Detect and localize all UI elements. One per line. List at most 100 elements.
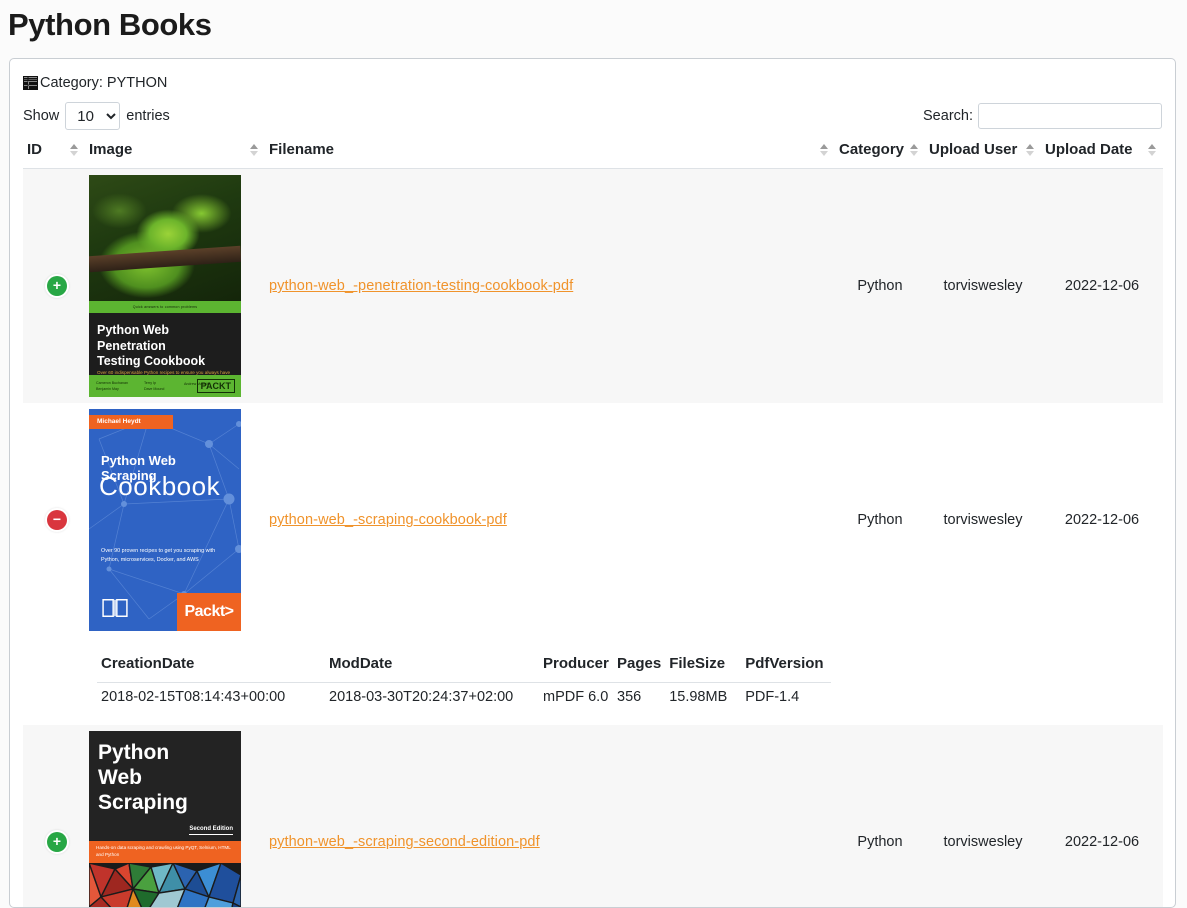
row-filename-cell: python-web_-scraping-cookbook-pdf	[265, 403, 835, 637]
packt-wordmark: Packt	[184, 603, 224, 621]
detail-header-pdfversion: PdfVersion	[741, 647, 831, 683]
column-label: Filename	[269, 141, 334, 158]
page-length-select[interactable]: 10 25 50 100	[65, 102, 120, 130]
column-header-image[interactable]: Image	[85, 133, 265, 169]
books-card: Category: PYTHON Show 10 25 50 100 entri…	[9, 58, 1176, 908]
search-label: Search:	[923, 108, 973, 124]
cover-strip-text: Quick answers to common problems	[89, 301, 241, 313]
category-value: PYTHON	[107, 75, 167, 91]
page-length-control: Show 10 25 50 100 entries	[23, 102, 170, 130]
plus-icon: +	[53, 278, 61, 292]
table-controls: Show 10 25 50 100 entries Search:	[23, 99, 1162, 133]
column-header-category[interactable]: Category	[835, 133, 925, 169]
book-cover-image: Michael Heydt Python Web Scraping Cookbo…	[89, 409, 241, 631]
detail-header-filesize: FileSize	[665, 647, 741, 683]
cover-title: Python Web Scraping	[98, 741, 235, 815]
column-header-id[interactable]: ID	[23, 133, 85, 169]
table-grid-icon	[23, 76, 38, 90]
search-input[interactable]	[978, 103, 1162, 129]
cover-title-line1: Python	[98, 741, 235, 766]
book-cover-image: Quick answers to common problems Python …	[89, 175, 241, 397]
detail-value-row: 2018-02-15T08:14:43+00:00 2018-03-30T20:…	[97, 683, 831, 712]
column-label: Category	[839, 141, 904, 158]
books-table: ID Image Filename Category	[23, 133, 1163, 908]
sort-arrows-icon[interactable]	[1026, 144, 1035, 156]
detail-pages: 356	[613, 683, 665, 712]
expand-row-button[interactable]: +	[47, 276, 67, 296]
row-upload-user: torviswesley	[925, 169, 1041, 404]
author: Cameron Buchanan	[96, 381, 128, 386]
cover-title-line2: Cookbook	[99, 471, 237, 502]
sort-arrows-icon[interactable]	[70, 144, 79, 156]
table-body: + Quick answers to common problems Pytho…	[23, 169, 1163, 908]
detail-header-moddate: ModDate	[325, 647, 539, 683]
column-header-filename[interactable]: Filename	[265, 133, 835, 169]
sort-arrows-icon[interactable]	[250, 144, 259, 156]
cover-edition: Second Edition	[189, 826, 233, 835]
cover-title-line2: Testing Cookbook	[97, 354, 233, 370]
row-filename-cell: python-web_-scraping-second-edition-pdf	[265, 725, 835, 908]
cover-subtitle: Over 90 proven recipes to get you scrapi…	[101, 547, 229, 564]
filename-link[interactable]: python-web_-scraping-second-edition-pdf	[269, 834, 540, 850]
cover-title-line3: Scraping	[98, 791, 235, 816]
sort-arrows-icon[interactable]	[820, 144, 829, 156]
expand-row-button[interactable]: +	[47, 832, 67, 852]
column-label: ID	[27, 141, 42, 158]
column-label: Image	[89, 141, 132, 158]
column-header-upload-date[interactable]: Upload Date	[1041, 133, 1163, 169]
row-category: Python	[835, 169, 925, 404]
detail-producer: mPDF 6.0	[539, 683, 613, 712]
detail-header-pages: Pages	[613, 647, 665, 683]
cover-title-line1: Python Web Penetration	[97, 323, 233, 354]
book-cover-image: Python Web Scraping Second Edition Hands…	[89, 731, 241, 908]
show-label: Show	[23, 108, 59, 124]
detail-pdfversion: PDF-1.4	[741, 683, 831, 712]
open-book-icon	[101, 597, 129, 619]
filename-link[interactable]: python-web_-penetration-testing-cookbook…	[269, 278, 573, 294]
header-row: ID Image Filename Category	[23, 133, 1163, 169]
category-indicator: Category: PYTHON	[23, 71, 1162, 95]
page-title: Python Books	[0, 0, 1187, 48]
table-row: −	[23, 403, 1163, 637]
cover-authors-1: Cameron Buchanan Benjamin May	[96, 381, 128, 392]
collapse-row-button[interactable]: −	[47, 510, 67, 530]
plus-icon: +	[53, 834, 61, 848]
detail-header-creationdate: CreationDate	[97, 647, 325, 683]
row-upload-date: 2022-12-06	[1041, 169, 1163, 404]
author: Dave Mound	[144, 387, 164, 392]
entries-label: entries	[126, 108, 170, 124]
table-row: + Python Web Scraping Second Edition	[23, 725, 1163, 908]
row-expand-cell: +	[23, 169, 85, 404]
minus-icon: −	[53, 512, 61, 526]
row-upload-user: torviswesley	[925, 725, 1041, 908]
detail-moddate: 2018-03-30T20:24:37+02:00	[325, 683, 539, 712]
cover-subtitle: Hands-on data scraping and crawling usin…	[96, 844, 234, 859]
packt-logo: Packt>	[177, 593, 241, 631]
row-category: Python	[835, 403, 925, 637]
row-upload-date: 2022-12-06	[1041, 725, 1163, 908]
row-upload-date: 2022-12-06	[1041, 403, 1163, 637]
column-header-upload-user[interactable]: Upload User	[925, 133, 1041, 169]
sort-arrows-icon[interactable]	[910, 144, 919, 156]
packt-logo: PACKT	[197, 379, 235, 393]
row-image-cell: Quick answers to common problems Python …	[85, 169, 265, 404]
detail-header-row: CreationDate ModDate Producer Pages File…	[97, 647, 831, 683]
column-label: Upload Date	[1045, 141, 1133, 158]
cover-title: Python Web Penetration Testing Cookbook	[97, 323, 233, 370]
row-image-cell: Michael Heydt Python Web Scraping Cookbo…	[85, 403, 265, 637]
detail-filesize: 15.98MB	[665, 683, 741, 712]
author: Benjamin May	[96, 387, 128, 392]
table-row: + Quick answers to common problems Pytho…	[23, 169, 1163, 404]
sort-arrows-icon[interactable]	[1148, 144, 1157, 156]
filename-link[interactable]: python-web_-scraping-cookbook-pdf	[269, 512, 507, 528]
cover-authors-2: Terry Ip Dave Mound	[144, 381, 164, 392]
cover-title-line2: Web	[98, 766, 235, 791]
detail-row: CreationDate ModDate Producer Pages File…	[23, 637, 1163, 725]
row-expand-cell: +	[23, 725, 85, 908]
row-category: Python	[835, 725, 925, 908]
pdf-detail-table: CreationDate ModDate Producer Pages File…	[97, 647, 831, 711]
snake-photo	[89, 175, 241, 303]
row-collapse-cell: −	[23, 403, 85, 637]
cover-author-tag: Michael Heydt	[89, 415, 173, 429]
table-header: ID Image Filename Category	[23, 133, 1163, 169]
